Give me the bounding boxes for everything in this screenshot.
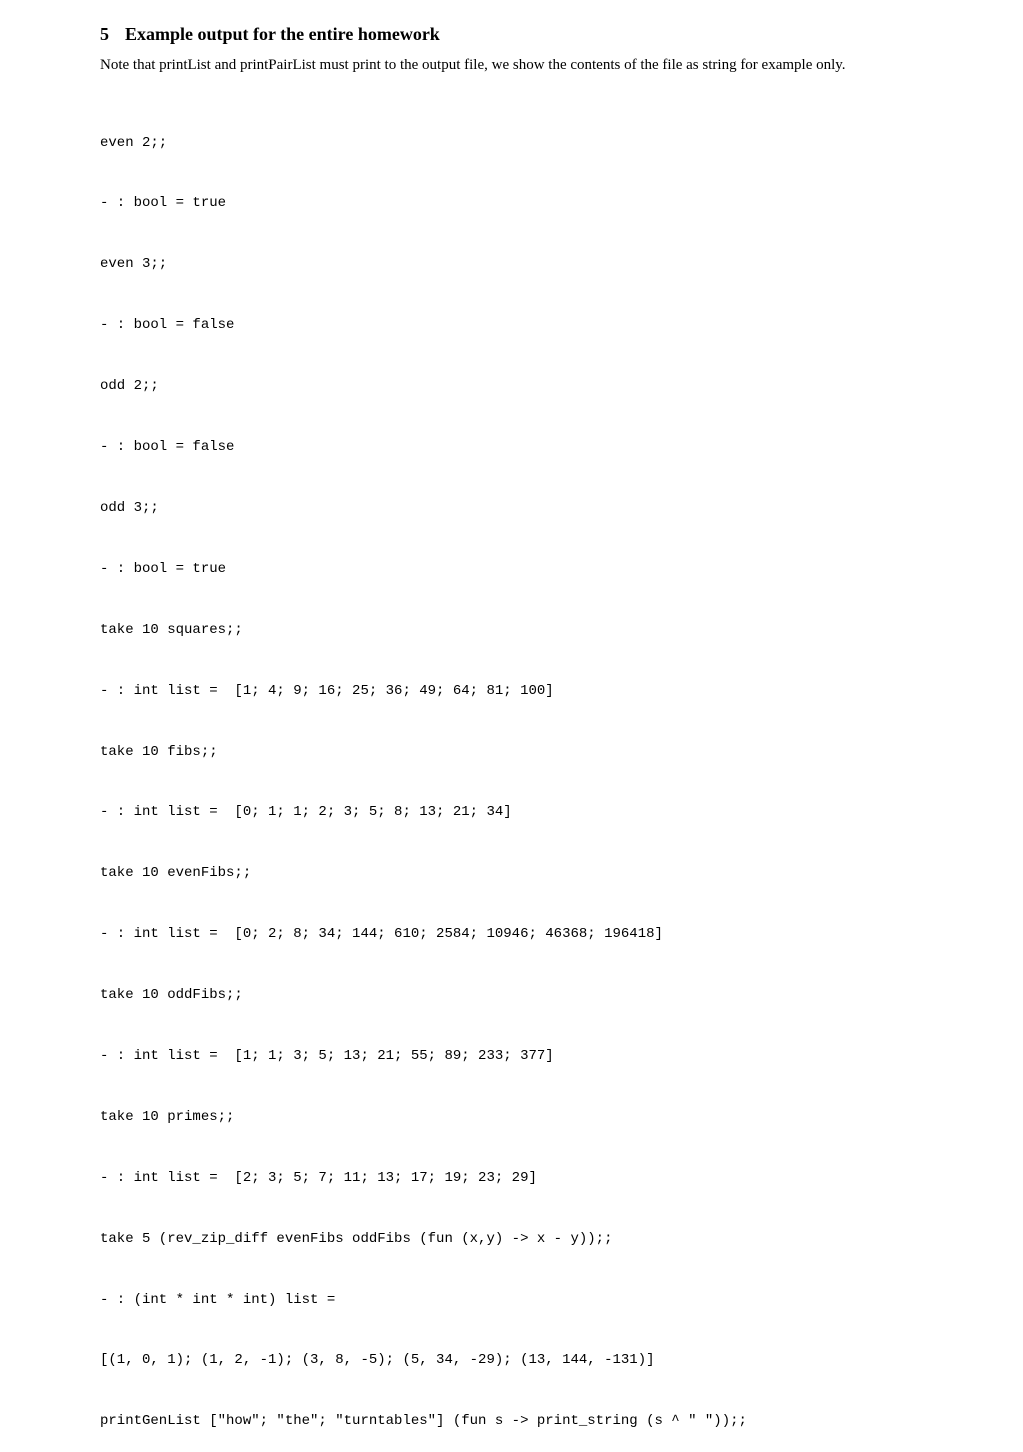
section-heading: 5 Example output for the entire homework — [100, 24, 933, 45]
code-line: - : bool = true — [100, 559, 933, 579]
code-line: - : bool = true — [100, 193, 933, 213]
code-line: - : int list = [1; 1; 3; 5; 13; 21; 55; … — [100, 1046, 933, 1066]
code-line: - : int list = [1; 4; 9; 16; 25; 36; 49;… — [100, 681, 933, 701]
code-line: - : bool = false — [100, 437, 933, 457]
code-line: take 10 oddFibs;; — [100, 985, 933, 1005]
code-line: [(1, 0, 1); (1, 2, -1); (3, 8, -5); (5, … — [100, 1350, 933, 1370]
code-block: even 2;; - : bool = true even 3;; - : bo… — [100, 92, 933, 1452]
code-line: odd 2;; — [100, 376, 933, 396]
code-line: take 5 (rev_zip_diff evenFibs oddFibs (f… — [100, 1229, 933, 1249]
code-line: take 10 evenFibs;; — [100, 863, 933, 883]
code-line: - : int list = [0; 1; 1; 2; 3; 5; 8; 13;… — [100, 802, 933, 822]
code-line: - : (int * int * int) list = — [100, 1290, 933, 1310]
code-line: take 10 squares;; — [100, 620, 933, 640]
intro-paragraph: Note that printList and printPairList mu… — [100, 55, 933, 76]
code-line: - : int list = [2; 3; 5; 7; 11; 13; 17; … — [100, 1168, 933, 1188]
document-page: 5Example output for the entire homework … — [0, 0, 1023, 726]
code-line: take 10 primes;; — [100, 1107, 933, 1127]
section-number: 5 — [100, 24, 109, 45]
code-line: take 10 fibs;; — [100, 742, 933, 762]
code-line: - : bool = false — [100, 315, 933, 335]
code-line: printGenList ["how"; "the"; "turntables"… — [100, 1411, 933, 1431]
code-line: even 2;; — [100, 133, 933, 153]
code-line: even 3;; — [100, 254, 933, 274]
code-line: - : int list = [0; 2; 8; 34; 144; 610; 2… — [100, 924, 933, 944]
section-title: Example output for the entire homework — [125, 24, 440, 44]
code-line: odd 3;; — [100, 498, 933, 518]
